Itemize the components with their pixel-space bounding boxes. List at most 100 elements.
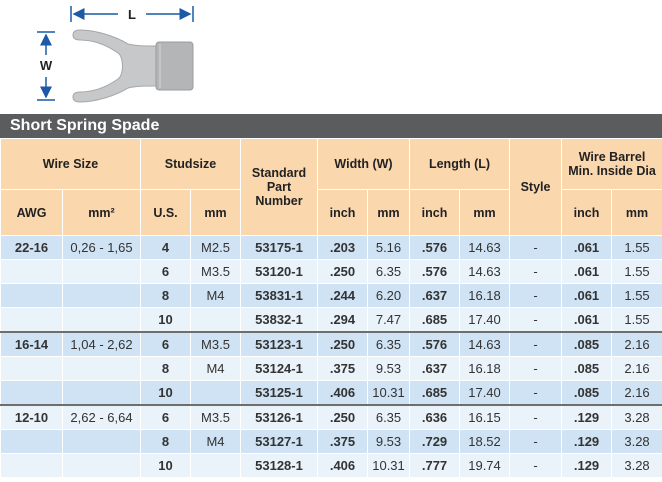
cell-barrel-mm: 1.55: [611, 307, 662, 333]
cell-length-inch: .576: [409, 235, 461, 260]
cell-mm2: [62, 307, 141, 333]
cell-width-mm: 9.53: [366, 429, 411, 454]
cell-length-mm: 16.15: [459, 404, 511, 430]
table-row: 8 M4 53124-1.375 9.53.637 16.18- .085 2.16: [0, 356, 662, 381]
table-row: 8 M4 53831-1.244 6.20.637 16.18- .061 1.55: [0, 283, 662, 308]
header-width-inch: inch: [317, 189, 368, 236]
cell-barrel-mm: 3.28: [611, 404, 662, 430]
header-style: Style: [509, 138, 563, 236]
cell-barrel-inch: .129: [561, 429, 613, 454]
cell-width-inch: .250: [317, 259, 368, 284]
header-barrel-inch: inch: [561, 189, 613, 236]
cell-awg: [0, 307, 63, 333]
table-row: 6 M3.5 53120-1.250 6.35.576 14.63- .061 1.55: [0, 259, 662, 284]
cell-barrel-inch: .129: [561, 404, 613, 430]
cell-barrel-mm: 3.28: [611, 429, 662, 454]
cell-length-mm: 14.63: [459, 331, 511, 357]
cell-style: -: [509, 404, 563, 430]
cell-stud-us: 10: [140, 453, 191, 478]
cell-stud-us: 10: [140, 307, 191, 333]
table-row: 12-10 2,62 - 6,64 6 M3.5 53126-1.250 6.35.636…: [0, 404, 662, 430]
cell-mm2: 1,04 - 2,62: [62, 331, 141, 357]
cell-stud-mm: M3.5: [190, 259, 241, 284]
cell-barrel-inch: .085: [561, 380, 613, 406]
cell-awg: 16-14: [0, 331, 63, 357]
cell-barrel-inch: .061: [561, 259, 613, 284]
cell-mm2: [62, 380, 141, 406]
header-us: U.S.: [140, 189, 191, 236]
cell-awg: [0, 356, 63, 381]
cell-stud-us: 6: [140, 404, 191, 430]
header-wire-barrel: Wire Barrel Min. Inside Dia: [561, 138, 662, 190]
cell-barrel-inch: .129: [561, 453, 613, 478]
cell-style: -: [509, 307, 563, 333]
cell-length-inch: .637: [409, 283, 461, 308]
cell-mm2: [62, 429, 141, 454]
cell-width-inch: .375: [317, 356, 368, 381]
cell-style: -: [509, 453, 563, 478]
cell-style: -: [509, 429, 563, 454]
cell-awg: [0, 429, 63, 454]
cell-length-inch: .576: [409, 259, 461, 284]
cell-width-mm: 6.35: [366, 404, 411, 430]
cell-stud-mm: M3.5: [190, 404, 241, 430]
cell-barrel-inch: .061: [561, 235, 613, 260]
cell-mm2: [62, 356, 141, 381]
cell-width-inch: .406: [317, 453, 368, 478]
wire-barrel-shape: [155, 41, 194, 91]
cell-stud-us: 6: [140, 331, 191, 357]
cell-part-number: 53123-1: [240, 331, 318, 357]
spade-terminal-shape: [72, 29, 157, 103]
cell-stud-us: 8: [140, 283, 191, 308]
cell-awg: [0, 380, 63, 406]
cell-awg: [0, 283, 63, 308]
header-width-mm: mm: [366, 189, 411, 236]
cell-style: -: [509, 235, 563, 260]
cell-mm2: 2,62 - 6,64: [62, 404, 141, 430]
cell-part-number: 53120-1: [240, 259, 318, 284]
cell-part-number: 53831-1: [240, 283, 318, 308]
cell-length-mm: 18.52: [459, 429, 511, 454]
cell-mm2: [62, 453, 141, 478]
spec-table-body: 22-16 0,26 - 1,65 4 M2.5 53175-1.203 5.16.576…: [0, 235, 662, 478]
cell-length-mm: 14.63: [459, 235, 511, 260]
cell-part-number: 53832-1: [240, 307, 318, 333]
cell-width-inch: .250: [317, 331, 368, 357]
cell-width-mm: 7.47: [366, 307, 411, 333]
cell-style: -: [509, 259, 563, 284]
cell-part-number: 53124-1: [240, 356, 318, 381]
header-barrel-line1: Wire Barrel: [578, 150, 646, 164]
length-label: L: [128, 7, 136, 22]
cell-barrel-mm: 3.28: [611, 453, 662, 478]
cell-length-inch: .777: [409, 453, 461, 478]
cell-stud-mm: [190, 453, 241, 478]
table-row: 10 53128-1.406 10.31.777 19.74- .129 3.28: [0, 453, 662, 478]
cell-stud-mm: M4: [190, 283, 241, 308]
cell-awg: [0, 453, 63, 478]
cell-barrel-inch: .085: [561, 331, 613, 357]
cell-part-number: 53126-1: [240, 404, 318, 430]
cell-awg: 22-16: [0, 235, 63, 260]
header-part-line3: Number: [255, 194, 303, 208]
cell-width-inch: .203: [317, 235, 368, 260]
cell-barrel-inch: .061: [561, 283, 613, 308]
cell-part-number: 53125-1: [240, 380, 318, 406]
cell-stud-us: 10: [140, 380, 191, 406]
header-wire-size: Wire Size: [0, 138, 141, 190]
cell-part-number: 53175-1: [240, 235, 318, 260]
cell-length-mm: 19.74: [459, 453, 511, 478]
cell-style: -: [509, 380, 563, 406]
table-row: 10 53832-1.294 7.47.685 17.40- .061 1.55: [0, 307, 662, 333]
cell-length-mm: 14.63: [459, 259, 511, 284]
cell-awg: 12-10: [0, 404, 63, 430]
header-mm2: mm²: [62, 189, 141, 236]
cell-width-inch: .244: [317, 283, 368, 308]
cell-stud-mm: [190, 307, 241, 333]
cell-width-mm: 6.20: [366, 283, 411, 308]
cell-barrel-mm: 1.55: [611, 235, 662, 260]
cell-length-inch: .685: [409, 307, 461, 333]
cell-part-number: 53127-1: [240, 429, 318, 454]
terminal-diagram: L W: [37, 6, 194, 103]
cell-stud-us: 8: [140, 429, 191, 454]
cell-length-mm: 16.18: [459, 283, 511, 308]
